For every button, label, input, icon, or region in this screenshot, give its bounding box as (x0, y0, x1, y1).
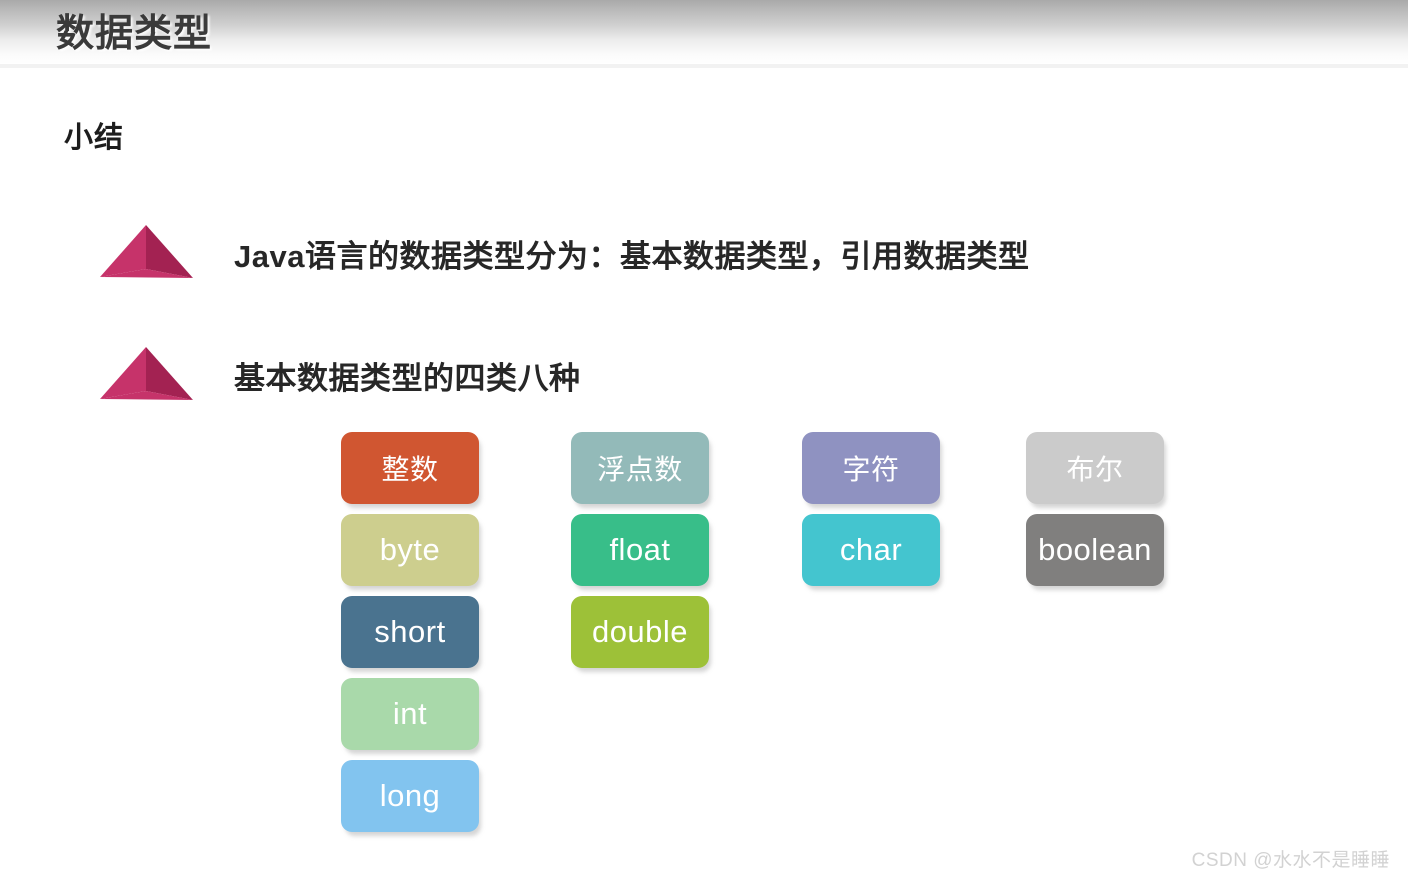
type-column-char: 字符 char (802, 432, 940, 596)
type-box-布尔: 布尔 (1026, 432, 1164, 504)
type-box-short: short (341, 596, 479, 668)
data-type-grid: 整数 byte short int long 浮点数 float double 字符 char… (0, 0, 1408, 884)
type-box-boolean: boolean (1026, 514, 1164, 586)
header-divider (0, 64, 1408, 68)
type-box-long: long (341, 760, 479, 832)
pyramid-icon (100, 222, 194, 284)
bullet-item: Java语言的数据类型分为：基本数据类型，引用数据类型 (100, 222, 1029, 284)
bullet-text: Java语言的数据类型分为：基本数据类型，引用数据类型 (234, 238, 1030, 274)
type-box-int: int (341, 678, 479, 750)
type-column-float: 浮点数 float double (571, 432, 709, 678)
type-box-float: float (571, 514, 709, 586)
type-box-字符: 字符 (802, 432, 940, 504)
bullet-text: 基本数据类型的四类八种 (234, 360, 581, 396)
csdn-watermark: CSDN @水水不是睡睡 (1191, 850, 1390, 871)
page-title: 数据类型 (56, 13, 213, 55)
type-box-char: char (802, 514, 940, 586)
type-column-boolean: 布尔 boolean (1026, 432, 1164, 596)
bullet-item: 基本数据类型的四类八种 (100, 344, 581, 406)
type-box-byte: byte (341, 514, 479, 586)
pyramid-icon (100, 344, 194, 406)
type-box-整数: 整数 (341, 432, 479, 504)
type-column-integer: 整数 byte short int long (341, 432, 479, 842)
section-subheading: 小结 (64, 122, 125, 154)
slide-root: 数据类型 小结 Java语言的数据类型分为：基本数据类型，引用数据类型 基本数据… (0, 0, 1408, 884)
type-box-double: double (571, 596, 709, 668)
type-box-浮点数: 浮点数 (571, 432, 709, 504)
